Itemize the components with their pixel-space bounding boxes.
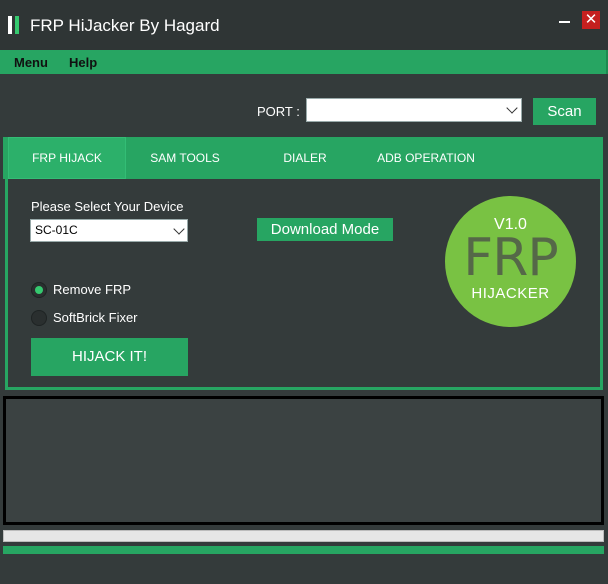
- menu-bar: Menu Help: [0, 50, 608, 74]
- device-select-label: Please Select Your Device: [31, 199, 184, 214]
- download-mode-button[interactable]: Download Mode: [257, 218, 393, 241]
- footer-bar: [3, 546, 604, 554]
- progress-bar: [3, 530, 604, 542]
- remove-frp-label: Remove FRP: [53, 282, 132, 297]
- tab-bar: FRP HIJACK SAM TOOLS DIALER ADB OPERATIO…: [3, 137, 603, 179]
- minimize-icon[interactable]: [556, 12, 574, 30]
- frp-hijacker-logo: V1.0 FRP HIJACKER: [445, 196, 576, 327]
- menu-item-help[interactable]: Help: [69, 55, 97, 70]
- device-select[interactable]: SC-01C: [30, 219, 188, 242]
- menu-item-menu[interactable]: Menu: [14, 55, 48, 70]
- log-output-area[interactable]: [3, 396, 604, 525]
- app-logo-icon: [8, 16, 22, 34]
- port-label: PORT :: [257, 104, 300, 119]
- window-title: FRP HiJacker By Hagard: [30, 16, 220, 35]
- tab-dialer[interactable]: DIALER: [265, 137, 345, 179]
- tab-frp-hijack[interactable]: FRP HIJACK: [8, 137, 126, 179]
- logo-name: FRP: [463, 228, 558, 288]
- device-select-value: SC-01C: [35, 223, 78, 237]
- title-bar: FRP HiJacker By Hagard ✕: [0, 0, 608, 50]
- close-icon[interactable]: ✕: [582, 11, 600, 29]
- softbrick-fixer-radio[interactable]: [31, 310, 47, 326]
- tab-adb-operation[interactable]: ADB OPERATION: [363, 137, 489, 179]
- tab-sam-tools[interactable]: SAM TOOLS: [130, 137, 240, 179]
- scan-button[interactable]: Scan: [533, 98, 596, 125]
- remove-frp-radio[interactable]: [31, 282, 47, 298]
- chevron-down-icon: [506, 102, 518, 114]
- port-select[interactable]: [306, 98, 522, 122]
- chevron-down-icon: [173, 223, 185, 235]
- softbrick-fixer-label: SoftBrick Fixer: [53, 310, 138, 325]
- hijack-button[interactable]: HIJACK IT!: [31, 338, 188, 376]
- logo-subtitle: HIJACKER: [471, 285, 550, 302]
